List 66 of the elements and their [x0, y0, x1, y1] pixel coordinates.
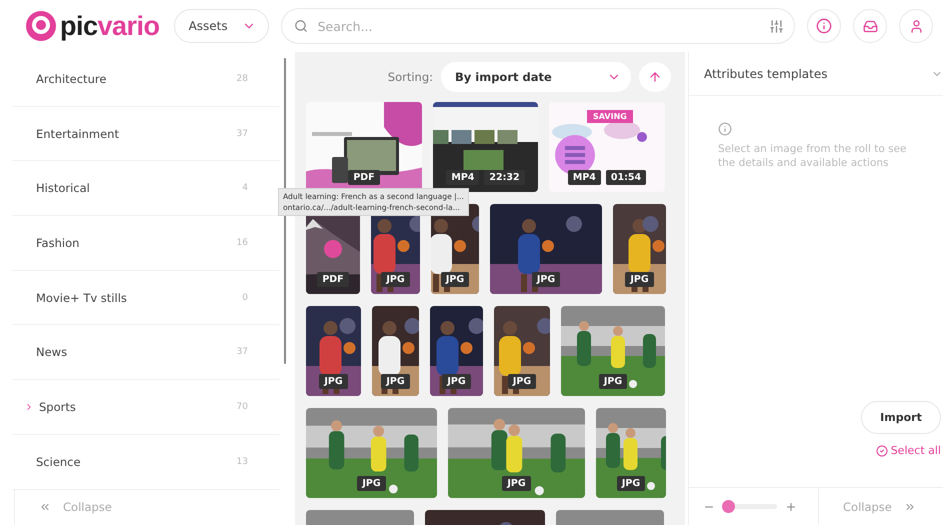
logo-icon: [26, 11, 56, 41]
type-badge: MP4: [446, 170, 480, 185]
type-badge: JPG: [381, 374, 410, 389]
category-label: Science: [36, 454, 82, 469]
category-item[interactable]: Sports 70: [12, 380, 280, 435]
category-label: Entertainment: [36, 126, 120, 141]
category-count: 37: [236, 128, 248, 139]
category-label: Sports: [39, 400, 77, 414]
type-badge: PDF: [348, 170, 380, 185]
category-count: 28: [236, 74, 248, 84]
category-count: 4: [242, 183, 248, 194]
type-badge: 22:32: [484, 170, 525, 185]
category-count: 0: [242, 292, 248, 303]
category-count: 70: [236, 402, 248, 412]
user-icon: [908, 18, 924, 34]
scrollbar[interactable]: [284, 58, 286, 364]
type-badge: JPG: [357, 476, 386, 491]
category-item[interactable]: Entertainment 37: [12, 106, 280, 162]
select-all-link[interactable]: Select all: [876, 444, 941, 457]
slider-thumb[interactable]: [722, 500, 736, 513]
empty-message: Select an image from the roll to see the details and available actions: [718, 142, 908, 170]
check-circle-icon: [876, 444, 888, 456]
panel-title: Attributes templates: [704, 66, 828, 80]
category-item[interactable]: Movie+ Tv stills 0: [12, 270, 280, 326]
category-item[interactable]: Fashion 16: [12, 216, 280, 271]
status-badge: SAVING: [587, 110, 633, 123]
category-count: 13: [236, 456, 248, 467]
type-badge: MP4: [568, 170, 601, 185]
info-icon: [718, 122, 732, 136]
search-icon: [294, 19, 308, 33]
type-badge: JPG: [442, 374, 471, 389]
category-count: 16: [236, 238, 248, 248]
filter-icon[interactable]: [769, 18, 784, 34]
category-label: Historical: [36, 181, 91, 196]
search-bar[interactable]: Search...: [280, 8, 795, 44]
type-badge: JPG: [532, 272, 560, 287]
user-button[interactable]: [899, 9, 933, 43]
category-label: Architecture: [36, 72, 108, 86]
zoom-slider[interactable]: [723, 500, 777, 513]
type-badge: JPG: [508, 374, 536, 389]
category-item[interactable]: Architecture 28: [12, 52, 280, 107]
sorting-dropdown[interactable]: By import date: [441, 62, 631, 92]
inbox-icon: [862, 18, 878, 34]
type-badge: JPG: [502, 476, 531, 491]
category-label: Fashion: [36, 236, 80, 250]
category-label: News: [36, 345, 68, 360]
section-dropdown[interactable]: Assets: [174, 9, 269, 43]
sort-direction-button[interactable]: [639, 62, 671, 92]
zoom-in-icon[interactable]: [785, 500, 797, 512]
category-count: 37: [236, 347, 248, 358]
type-badge: JPG: [625, 272, 654, 287]
type-badge: JPG: [381, 272, 410, 287]
category-item[interactable]: News 37: [12, 325, 280, 380]
type-badge: 01:54: [606, 170, 646, 185]
type-badge: JPG: [440, 272, 470, 287]
type-badge: JPG: [598, 374, 628, 389]
type-badge: JPG: [319, 374, 348, 389]
type-badge: JPG: [616, 476, 646, 491]
type-badge: PDF: [317, 272, 349, 287]
inbox-button[interactable]: [853, 9, 887, 43]
info-icon: [816, 18, 832, 34]
import-button[interactable]: Import: [861, 401, 941, 434]
sorting-label: Sorting:: [388, 70, 433, 84]
info-button[interactable]: [807, 9, 841, 43]
logo-text: picvario: [60, 10, 160, 42]
category-label: Movie+ Tv stills: [36, 290, 128, 305]
